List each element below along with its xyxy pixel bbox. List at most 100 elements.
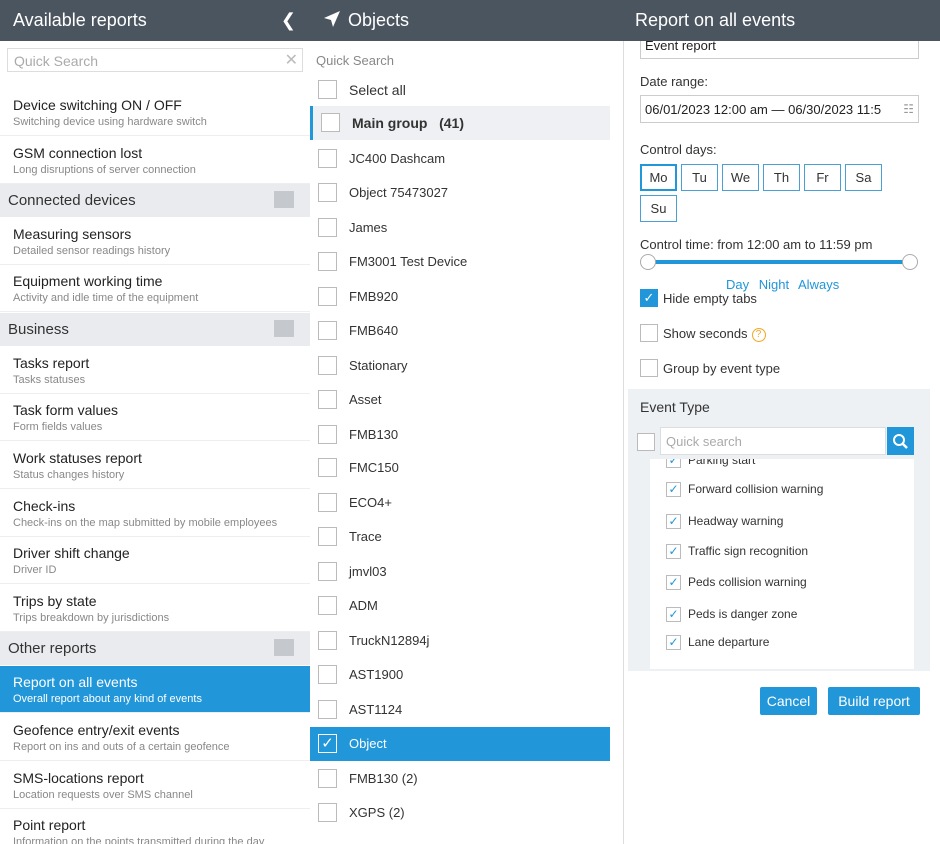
report-item[interactable]: Point report Information on the points tr… bbox=[0, 809, 310, 844]
object-row[interactable]: Trace bbox=[310, 520, 610, 554]
checkbox[interactable] bbox=[318, 527, 337, 546]
report-item[interactable]: Work statuses report Status changes histo… bbox=[0, 442, 310, 489]
object-row[interactable]: FM3001 Test Device bbox=[310, 245, 610, 279]
checkbox[interactable] bbox=[318, 80, 337, 99]
report-item[interactable]: Device switching ON / OFF Switching devic… bbox=[0, 89, 310, 136]
build-report-button[interactable]: Build report bbox=[828, 687, 920, 715]
day-button-sa[interactable]: Sa bbox=[845, 164, 882, 191]
report-item[interactable]: Equipment working time Activity and idle … bbox=[0, 265, 310, 312]
checkbox[interactable] bbox=[318, 425, 337, 444]
report-item[interactable]: Task form values Form fields values bbox=[0, 394, 310, 441]
event-search-input[interactable]: Quick search bbox=[660, 427, 886, 455]
checkbox[interactable] bbox=[318, 218, 337, 237]
day-button-mo[interactable]: Mo bbox=[640, 164, 677, 191]
checkbox[interactable] bbox=[318, 493, 337, 512]
object-row-selected[interactable]: ✓ Object bbox=[310, 727, 610, 761]
report-item[interactable]: Check-ins Check-ins on the map submitted … bbox=[0, 490, 310, 537]
group-other-reports[interactable]: Other reports bbox=[0, 632, 310, 665]
object-row[interactable]: FMB920 bbox=[310, 280, 610, 314]
collapse-group-icon[interactable] bbox=[274, 320, 294, 337]
checkbox[interactable] bbox=[318, 631, 337, 650]
report-item-selected[interactable]: Report on all events Overall report about… bbox=[0, 666, 310, 713]
report-item[interactable]: GSM connection lost Long disruptions of s… bbox=[0, 137, 310, 184]
search-button[interactable] bbox=[887, 427, 914, 455]
object-row[interactable]: JC400 Dashcam bbox=[310, 142, 610, 176]
group-connected-devices[interactable]: Connected devices bbox=[0, 184, 310, 217]
object-row[interactable]: AST1900 bbox=[310, 658, 610, 692]
checkbox[interactable] bbox=[318, 562, 337, 581]
collapse-group-icon[interactable] bbox=[274, 191, 294, 208]
event-checkbox[interactable]: ✓ bbox=[666, 544, 681, 559]
object-row[interactable]: James bbox=[310, 211, 610, 245]
event-select-all-checkbox[interactable] bbox=[637, 433, 655, 451]
group-business[interactable]: Business bbox=[0, 313, 310, 346]
clear-icon[interactable]: ✕ bbox=[285, 50, 298, 70]
report-type-field[interactable]: Event report bbox=[640, 41, 919, 59]
collapse-icon[interactable]: ❮ bbox=[281, 0, 296, 41]
day-link[interactable]: Day bbox=[726, 277, 749, 292]
checkbox[interactable] bbox=[321, 113, 340, 132]
object-row[interactable]: Object 75473027 bbox=[310, 176, 610, 210]
checkbox[interactable] bbox=[318, 287, 337, 306]
checkbox[interactable] bbox=[318, 183, 337, 202]
object-row[interactable]: AST1124 bbox=[310, 693, 610, 727]
object-row[interactable]: TruckN12894j bbox=[310, 624, 610, 658]
report-item[interactable]: Measuring sensors Detailed sensor reading… bbox=[0, 218, 310, 265]
show-seconds-checkbox[interactable] bbox=[640, 324, 658, 342]
night-link[interactable]: Night bbox=[759, 277, 789, 292]
object-row[interactable]: FMB640 bbox=[310, 314, 610, 348]
object-row[interactable]: Asset bbox=[310, 383, 610, 417]
object-row[interactable]: FMB130 (2) bbox=[310, 762, 610, 796]
date-range-input[interactable]: 06/01/2023 12:00 am — 06/30/2023 11:5 ☷ bbox=[640, 95, 919, 123]
cancel-button[interactable]: Cancel bbox=[760, 687, 817, 715]
checkbox[interactable] bbox=[318, 665, 337, 684]
event-checkbox[interactable]: ✓ bbox=[666, 482, 681, 497]
checkbox[interactable] bbox=[318, 803, 337, 822]
checkbox[interactable] bbox=[318, 252, 337, 271]
day-button-su[interactable]: Su bbox=[640, 195, 677, 222]
slider-start-handle[interactable] bbox=[640, 254, 656, 270]
object-row[interactable]: Stationary bbox=[310, 349, 610, 383]
day-button-we[interactable]: We bbox=[722, 164, 759, 191]
report-item[interactable]: SMS-locations report Location requests ov… bbox=[0, 762, 310, 809]
object-row[interactable]: XGPS (2) bbox=[310, 796, 610, 830]
event-checkbox[interactable]: ✓ bbox=[666, 575, 681, 590]
report-item[interactable]: Trips by state Trips breakdown by jurisdi… bbox=[0, 585, 310, 632]
checkbox[interactable] bbox=[318, 700, 337, 719]
calendar-icon[interactable]: ☷ bbox=[903, 102, 914, 116]
time-slider-track[interactable] bbox=[646, 260, 912, 264]
object-row[interactable]: ECO4+ bbox=[310, 486, 610, 520]
event-checkbox[interactable]: ✓ bbox=[666, 607, 681, 622]
event-checkbox[interactable]: ✓ bbox=[666, 514, 681, 529]
object-row[interactable]: ADM bbox=[310, 589, 610, 623]
select-all-row[interactable]: Select all bbox=[310, 73, 610, 107]
collapse-group-icon[interactable] bbox=[274, 639, 294, 656]
main-group-row[interactable]: Main group (41) bbox=[310, 106, 610, 140]
slider-end-handle[interactable] bbox=[902, 254, 918, 270]
event-checkbox[interactable]: ✓ bbox=[666, 459, 681, 468]
day-button-th[interactable]: Th bbox=[763, 164, 800, 191]
event-checkbox[interactable]: ✓ bbox=[666, 635, 681, 650]
object-row[interactable]: FMC150 bbox=[310, 451, 610, 485]
always-link[interactable]: Always bbox=[798, 277, 839, 292]
report-item[interactable]: Geofence entry/exit events Report on ins … bbox=[0, 714, 310, 761]
group-by-checkbox[interactable] bbox=[640, 359, 658, 377]
object-row[interactable]: FMB130 bbox=[310, 418, 610, 452]
object-row[interactable]: jmvl03 bbox=[310, 555, 610, 589]
hide-empty-checkbox[interactable]: ✓ bbox=[640, 289, 658, 307]
checkbox[interactable] bbox=[318, 769, 337, 788]
help-icon[interactable]: ? bbox=[751, 328, 766, 342]
checkbox[interactable] bbox=[318, 458, 337, 477]
checkbox[interactable] bbox=[318, 321, 337, 340]
checkbox[interactable] bbox=[318, 356, 337, 375]
day-button-tu[interactable]: Tu bbox=[681, 164, 718, 191]
objects-search-input[interactable]: Quick Search bbox=[316, 53, 394, 68]
reports-search-input[interactable]: Quick Search ✕ bbox=[7, 48, 303, 72]
checkbox[interactable] bbox=[318, 390, 337, 409]
checkbox[interactable] bbox=[318, 596, 337, 615]
report-item[interactable]: Driver shift change Driver ID bbox=[0, 537, 310, 584]
checkbox[interactable] bbox=[318, 149, 337, 168]
day-button-fr[interactable]: Fr bbox=[804, 164, 841, 191]
checkbox[interactable]: ✓ bbox=[318, 734, 337, 753]
report-item[interactable]: Tasks report Tasks statuses bbox=[0, 347, 310, 394]
